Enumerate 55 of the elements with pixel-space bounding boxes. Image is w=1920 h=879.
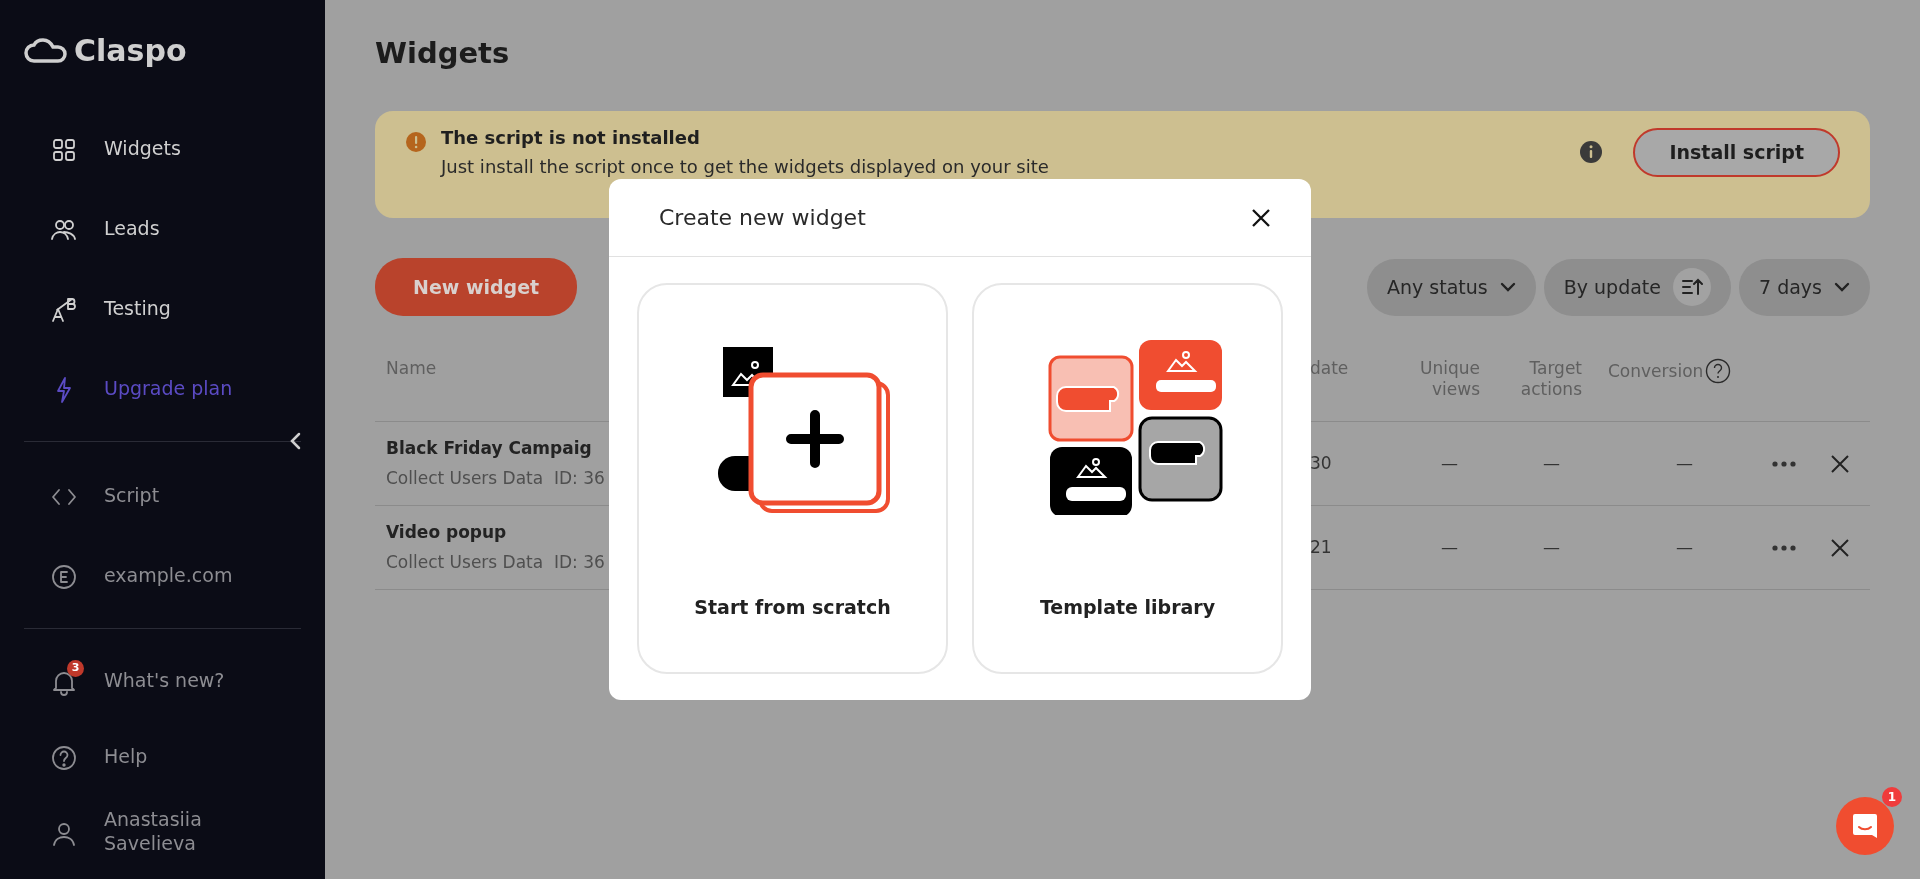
logo-text: Claspo — [74, 32, 187, 70]
table-cell: 30 — [1310, 453, 1332, 474]
column-header: Name — [386, 358, 437, 379]
column-header: Conversion — [1608, 361, 1704, 382]
notification-badge: 3 — [67, 660, 84, 677]
chevron-down-icon — [1834, 282, 1850, 293]
install-script-button[interactable]: Install script — [1633, 128, 1840, 177]
column-header: Unique views — [1419, 358, 1480, 400]
circle-letter-icon — [50, 562, 78, 591]
table-cell: 21 — [1310, 537, 1332, 558]
widget-meta: Collect Users Data ID: 36 — [386, 467, 606, 490]
ab-test-icon — [50, 295, 78, 324]
table-cell: — — [1441, 537, 1458, 558]
modal-title: Create new widget — [659, 204, 866, 232]
warning-icon — [405, 130, 427, 153]
sidebar-item[interactable]: Anastasiia Savelieva — [24, 794, 301, 870]
option-card[interactable]: Start from scratch — [637, 283, 948, 674]
sidebar-item[interactable]: 3 What's new? — [24, 642, 301, 718]
chevron-down-icon — [1499, 282, 1516, 293]
sidebar-item[interactable]: Help — [24, 718, 301, 794]
column-header: Target actions — [1519, 358, 1582, 400]
chat-icon — [1852, 812, 1878, 840]
help-icon — [50, 743, 78, 772]
chevron-left-icon[interactable] — [289, 430, 303, 452]
option-card[interactable]: Template library — [972, 283, 1283, 674]
close-icon[interactable] — [1251, 207, 1271, 228]
cloud-logo-icon — [24, 37, 68, 64]
sidebar-item[interactable]: example.com — [24, 535, 301, 615]
table-cell: — — [1543, 537, 1560, 558]
table-cell-text: — — [1676, 452, 1693, 476]
close-icon[interactable] — [1830, 538, 1850, 558]
widget-meta: Collect Users Data ID: 36 — [386, 551, 606, 574]
sidebar-item[interactable]: Script — [24, 455, 301, 535]
info-icon[interactable] — [1579, 140, 1604, 165]
more-icon[interactable] — [1772, 461, 1796, 467]
table-cell: — — [1543, 453, 1560, 474]
close-icon[interactable] — [1830, 454, 1850, 474]
banner-title: The script is not installed — [441, 126, 701, 149]
sidebar-item[interactable]: Upgrade plan — [24, 348, 301, 428]
sidebar-item[interactable]: Widgets — [24, 108, 301, 188]
sidebar-item[interactable]: Testing — [24, 268, 301, 348]
banner-text: Just install the script once to get the widgets displayed on your site — [441, 156, 1050, 178]
table-cell-text: — — [1676, 536, 1693, 560]
filter-dropdown[interactable]: 7 days — [1739, 258, 1870, 316]
filter-dropdown[interactable]: Any status — [1367, 258, 1536, 316]
help-icon[interactable] — [1705, 358, 1732, 385]
sort-button[interactable]: By update — [1543, 258, 1731, 316]
sidebar-item[interactable]: Leads — [24, 188, 301, 268]
more-icon[interactable] — [1772, 545, 1796, 551]
table-cell: — — [1441, 453, 1458, 474]
notification-badge: 1 — [1882, 787, 1902, 807]
page-title: Widgets — [375, 36, 511, 71]
sort-icon — [1681, 277, 1703, 298]
new-widget-button[interactable]: New widget — [375, 258, 578, 317]
column-header: date — [1310, 358, 1349, 379]
